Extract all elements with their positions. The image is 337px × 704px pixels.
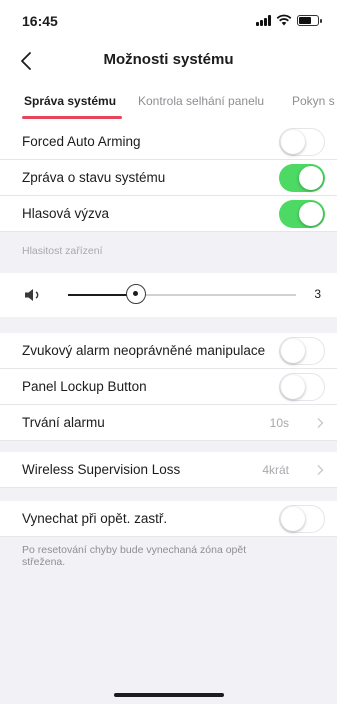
- alarm-duration-value: 10s: [269, 416, 289, 430]
- setting-label: Hlasová výzva: [22, 206, 110, 221]
- bypass-on-rearm-toggle[interactable]: [279, 505, 325, 533]
- panel-lockup-toggle[interactable]: [279, 373, 325, 401]
- home-indicator: [114, 693, 224, 697]
- setting-row-wireless-supervision-loss[interactable]: Wireless Supervision Loss 4krát: [0, 452, 337, 488]
- status-bar: 16:45: [0, 0, 337, 40]
- forced-auto-arming-toggle[interactable]: [279, 128, 325, 156]
- chevron-right-icon: [317, 465, 324, 475]
- setting-label: Zpráva o stavu systému: [22, 170, 166, 185]
- wifi-icon: [276, 14, 292, 26]
- voice-prompt-toggle[interactable]: [279, 200, 325, 228]
- battery-icon: [297, 14, 322, 26]
- tab-panel-fault-check[interactable]: Kontrola selhání panelu: [138, 94, 264, 108]
- setting-row-alarm-duration[interactable]: Trvání alarmu 10s: [0, 405, 337, 441]
- setting-row-bypass-on-rearm: Vynechat při opět. zastř.: [0, 501, 337, 537]
- volume-slider-thumb[interactable]: [126, 284, 147, 304]
- wireless-supervision-value: 4krát: [262, 463, 289, 477]
- status-time: 16:45: [22, 13, 58, 29]
- setting-label: Trvání alarmu: [22, 415, 105, 430]
- cellular-signal-icon: [256, 14, 271, 26]
- device-volume-header: Hlasitost zařízení: [22, 245, 103, 257]
- setting-row-forced-auto-arming: Forced Auto Arming: [0, 124, 337, 160]
- volume-value: 3: [314, 287, 321, 301]
- setting-row-system-status-report: Zpráva o stavu systému: [0, 160, 337, 196]
- nav-bar: Možnosti systému: [0, 40, 337, 80]
- setting-label: Zvukový alarm neoprávněné manipulace: [22, 343, 266, 358]
- bypass-note: Po resetování chyby bude vynechaná zóna …: [22, 544, 247, 568]
- chevron-right-icon: [317, 418, 324, 428]
- active-tab-indicator: [22, 116, 122, 119]
- tab-system-management[interactable]: Správa systému: [24, 94, 116, 108]
- setting-row-voice-prompt: Hlasová výzva: [0, 196, 337, 232]
- setting-label: Wireless Supervision Loss: [22, 462, 181, 477]
- volume-slider[interactable]: [68, 284, 296, 304]
- setting-label: Vynechat při opět. zastř.: [22, 511, 168, 526]
- page-title: Možnosti systému: [103, 51, 234, 68]
- system-status-report-toggle[interactable]: [279, 164, 325, 192]
- tab-bar: Správa systému Kontrola selhání panelu P…: [0, 80, 337, 124]
- tab-instructions[interactable]: Pokyn s: [292, 94, 335, 108]
- speaker-icon: [25, 289, 39, 301]
- setting-row-panel-lockup-button: Panel Lockup Button: [0, 369, 337, 405]
- setting-label: Panel Lockup Button: [22, 379, 147, 394]
- tamper-alarm-toggle[interactable]: [279, 337, 325, 365]
- volume-row: 3: [0, 273, 337, 317]
- setting-row-tamper-alarm: Zvukový alarm neoprávněné manipulace: [0, 333, 337, 369]
- setting-label: Forced Auto Arming: [22, 134, 141, 149]
- status-icons: [256, 14, 322, 26]
